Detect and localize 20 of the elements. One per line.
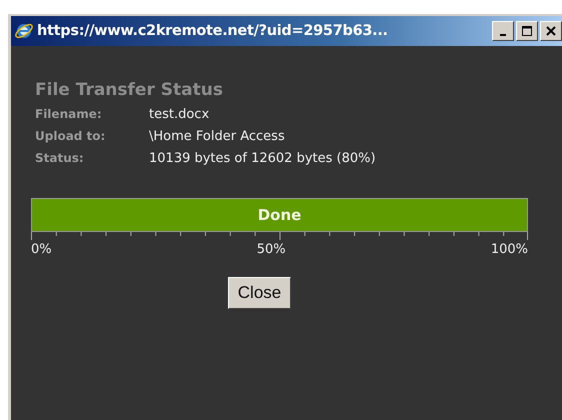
scale-label: 100% [490,242,528,257]
minimize-button[interactable] [492,21,514,41]
minimize-icon [500,34,506,36]
field-label: Filename: [35,107,103,122]
browser-e-icon [14,21,34,41]
progress-text: Done [256,205,302,226]
close-button[interactable] [540,21,562,41]
field-value: 10139 bytes of 12602 bytes (80%) [149,151,377,166]
maximize-icon [521,25,533,37]
field-value: \Home Folder Access [149,129,286,144]
field-value: test.docx [149,107,210,122]
scale-label: 0% [31,242,52,257]
field-label: Upload to: [35,129,106,144]
field-label: Status: [35,151,85,166]
window-title: https://www.c2kremote.net/?uid=2957b63... [37,23,389,39]
close-button[interactable]: Close [228,277,292,309]
scale-label: 50% [256,242,286,257]
dialog-heading: File Transfer Status [35,80,224,100]
maximize-button[interactable] [516,21,538,41]
close-icon [545,25,557,37]
